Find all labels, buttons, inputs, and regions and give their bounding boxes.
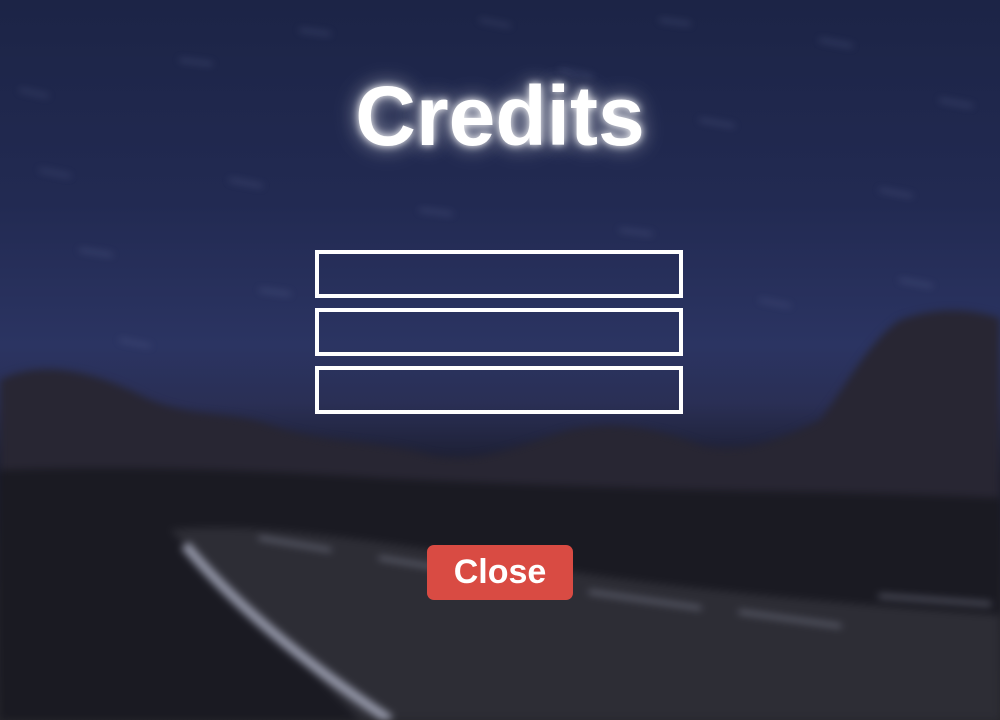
credits-screen: Credits Close: [0, 0, 1000, 720]
credits-entry: [315, 308, 683, 356]
credits-entry: [315, 250, 683, 298]
credits-title: Credits: [355, 69, 645, 163]
credits-list: [315, 250, 683, 414]
credits-entry: [315, 366, 683, 414]
close-button[interactable]: Close: [427, 545, 573, 600]
